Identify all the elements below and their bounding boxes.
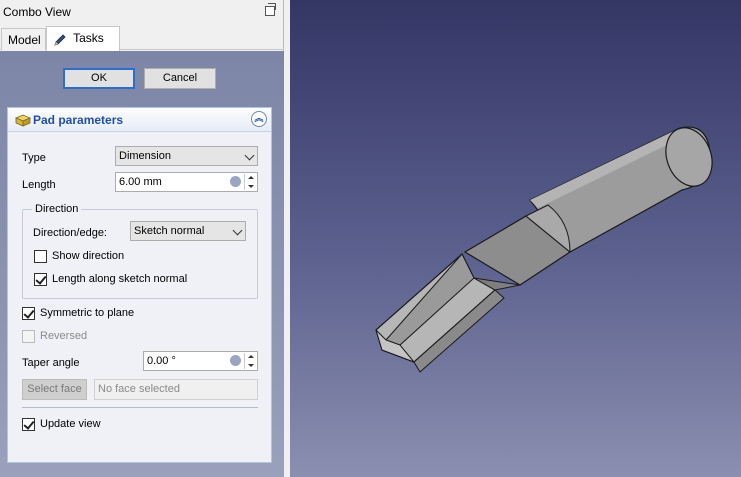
ok-button[interactable]: OK [63,68,135,89]
spin-arrows-icon[interactable] [244,174,256,190]
chevron-down-icon [244,150,255,161]
update-view-checkbox[interactable] [22,418,35,431]
reversed-checkbox[interactable] [22,330,35,343]
pad-icon [14,112,32,128]
reversed-label: Reversed [40,330,88,342]
collapse-chevron-icon[interactable]: ︽ [251,111,267,127]
tab-tasks-label: Tasks [73,31,104,45]
chevron-down-icon [232,225,243,236]
pencil-icon [53,32,67,46]
pad-parameters-header: Pad parameters ︽ [8,108,271,132]
spin-arrows-icon[interactable] [244,353,256,369]
face-field: No face selected [94,379,258,400]
task-panel: OK Cancel Pad parameters ︽ Type Dimensio… [0,51,284,477]
expression-icon[interactable] [230,355,241,366]
symmetric-checkbox[interactable] [22,307,35,320]
type-label: Type [22,152,46,164]
direction-group: Direction Direction/edge: Sketch normal … [22,203,258,299]
type-select-value: Dimension [119,150,171,162]
tab-model[interactable]: Model [1,28,46,50]
length-spinbox[interactable]: 6.00 mm [115,172,258,192]
float-window-icon[interactable] [265,3,276,16]
type-select[interactable]: Dimension [115,146,258,166]
pad-model[interactable] [290,0,741,477]
tab-model-label: Model [8,33,41,47]
combo-view-title-bar: Combo View [0,0,283,24]
taper-angle-value: 0.00 ° [147,355,176,367]
direction-group-title: Direction [32,203,82,215]
cancel-button[interactable]: Cancel [144,68,216,89]
length-label: Length [22,179,56,191]
expression-icon[interactable] [230,176,241,187]
combo-view-panel: Combo View Model Tasks OK Cancel Pad par… [0,0,284,477]
direction-edge-label: Direction/edge: [33,227,107,239]
taper-angle-label: Taper angle [22,357,80,369]
symmetric-label: Symmetric to plane [40,307,135,319]
tab-tasks[interactable]: Tasks [46,26,120,51]
length-along-normal-label: Length along sketch normal [52,273,188,285]
combo-view-title: Combo View [3,5,71,19]
update-view-label: Update view [40,418,101,430]
show-direction-checkbox[interactable] [34,250,47,263]
select-face-button[interactable]: Select face [22,379,87,400]
direction-edge-select[interactable]: Sketch normal [130,221,246,241]
3d-viewport[interactable] [290,0,741,477]
length-value: 6.00 mm [119,176,162,188]
direction-edge-value: Sketch normal [134,225,205,237]
show-direction-label: Show direction [52,250,125,262]
separator [22,407,258,408]
pad-parameters-box: Pad parameters ︽ Type Dimension Length 6… [7,107,272,463]
length-along-normal-checkbox[interactable] [34,273,47,286]
combo-tabs: Model Tasks [0,24,284,51]
taper-angle-spinbox[interactable]: 0.00 ° [143,351,258,371]
pad-parameters-title: Pad parameters [33,113,124,127]
